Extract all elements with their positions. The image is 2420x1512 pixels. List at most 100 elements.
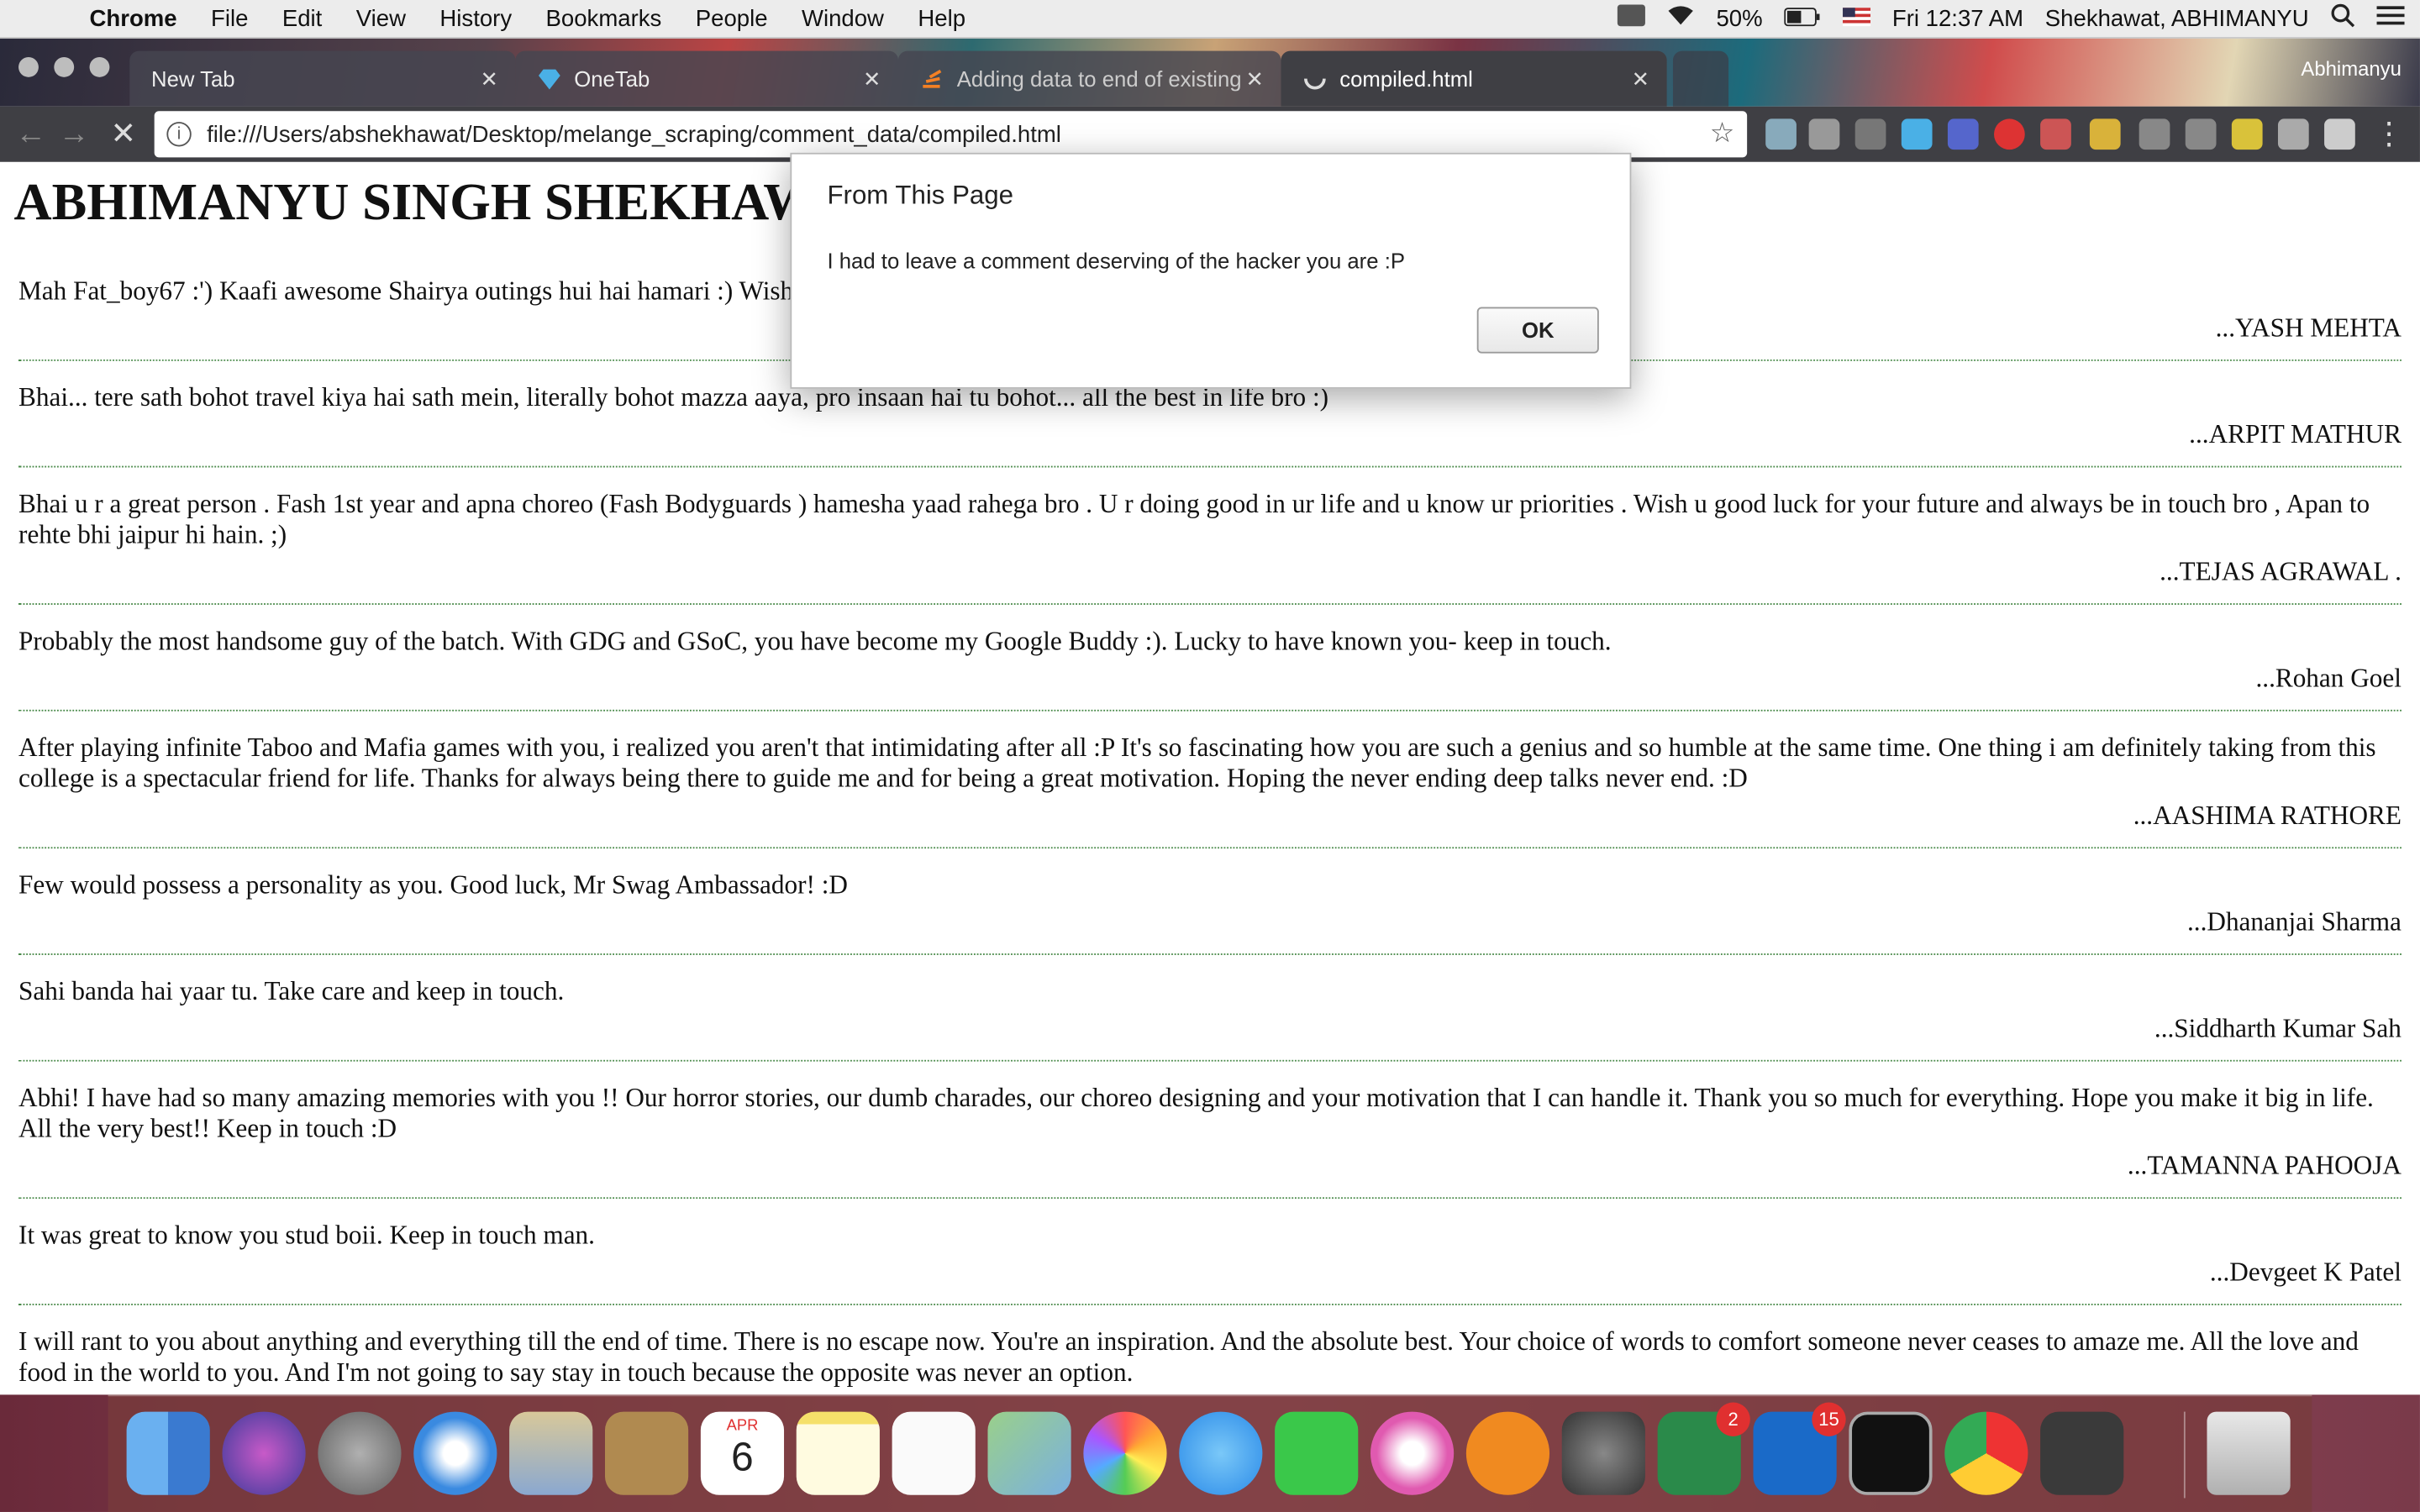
finder-icon[interactable] <box>126 1411 210 1495</box>
info-icon[interactable]: i <box>166 122 192 147</box>
comment-author: ...AASHIMA RATHORE <box>2133 801 2402 831</box>
menu-window[interactable]: Window <box>802 5 884 31</box>
chrome-menu-icon[interactable]: ⋮ <box>2370 116 2407 153</box>
clock[interactable]: Fri 12:37 AM <box>1892 5 2023 31</box>
extension-icon[interactable] <box>2231 118 2263 150</box>
todo-extension-icon[interactable] <box>2040 118 2071 150</box>
tab-onetab[interactable]: OneTab ✕ <box>515 50 898 107</box>
spotlight-search-icon[interactable] <box>2330 3 2355 34</box>
system-preferences-icon[interactable] <box>1561 1411 1645 1495</box>
network-extension-icon[interactable] <box>1947 118 1979 150</box>
loading-spinner-icon <box>1302 66 1327 91</box>
comment-text: Sahi banda hai yaar tu. Take care and ke… <box>18 976 565 1006</box>
stop-loading-button[interactable]: ✕ <box>105 116 142 153</box>
close-icon[interactable]: ✕ <box>1627 66 1655 92</box>
url-text[interactable]: file:///Users/abshekhawat/Desktop/melang… <box>207 121 1061 147</box>
notification-center-icon[interactable] <box>2376 5 2405 33</box>
comment-list: Mah Fat_boy67 :') Kaafi awesome Shairya … <box>18 276 2402 1395</box>
zoom-window-button[interactable] <box>89 56 110 77</box>
menu-app-name[interactable]: Chrome <box>90 5 177 31</box>
close-window-button[interactable] <box>18 56 39 77</box>
tab-stackoverflow[interactable]: Adding data to end of existing ✕ <box>897 50 1281 107</box>
sublime-text-icon[interactable] <box>2040 1411 2124 1495</box>
close-icon[interactable]: ✕ <box>476 66 503 92</box>
menu-bookmarks[interactable]: Bookmarks <box>546 5 662 31</box>
menu-edit[interactable]: Edit <box>282 5 322 31</box>
menu-people[interactable]: People <box>696 5 768 31</box>
reminders-icon[interactable] <box>892 1411 976 1495</box>
back-button[interactable]: ← <box>13 116 50 153</box>
close-icon[interactable]: ✕ <box>1241 66 1269 92</box>
comment-author: ...TEJAS AGRAWAL . <box>2160 557 2402 586</box>
chrome-icon[interactable] <box>1944 1411 2028 1495</box>
new-tab-button[interactable] <box>1672 50 1729 107</box>
close-icon[interactable]: ✕ <box>858 66 886 92</box>
adblock-icon[interactable] <box>1994 118 2025 150</box>
outlook-icon[interactable]: 15 <box>1753 1402 1846 1495</box>
launchpad-icon[interactable] <box>318 1411 402 1495</box>
facetime-icon[interactable] <box>1275 1411 1359 1495</box>
notification-badge: 15 <box>1812 1402 1846 1436</box>
siri-icon[interactable] <box>222 1411 306 1495</box>
menu-file[interactable]: File <box>211 5 248 31</box>
safari-icon[interactable] <box>413 1411 497 1495</box>
comment-item: Bhai u r a great person . Fash 1st year … <box>18 489 2402 605</box>
notes-icon[interactable] <box>796 1411 880 1495</box>
onetab-extension-icon[interactable] <box>1901 118 1933 150</box>
calendar-day: 6 <box>731 1433 754 1480</box>
calendar-icon[interactable]: APR 6 <box>700 1411 785 1495</box>
page-title: ABHIMANYU SINGH SHEKHAWAT <box>13 174 879 232</box>
status-app-icon[interactable] <box>1596 4 1645 33</box>
address-bar[interactable]: i file:///Users/abshekhawat/Desktop/mela… <box>154 111 1748 158</box>
comment-item: Abhi! I have had so many amazing memorie… <box>18 1083 2402 1200</box>
tab-label: OneTab <box>574 66 650 92</box>
messages-icon[interactable] <box>1179 1411 1263 1495</box>
photos-icon[interactable] <box>1083 1411 1167 1495</box>
menu-history[interactable]: History <box>439 5 512 31</box>
itunes-icon[interactable] <box>1370 1411 1455 1495</box>
notification-badge: 2 <box>1716 1402 1750 1436</box>
battery-percent[interactable]: 50% <box>1716 5 1762 31</box>
battery-icon[interactable] <box>1784 5 1821 31</box>
ibooks-icon[interactable] <box>1465 1411 1550 1495</box>
notes-extension-icon[interactable] <box>2089 118 2121 150</box>
menu-help[interactable]: Help <box>918 5 965 31</box>
flag-icon[interactable] <box>1843 5 1871 31</box>
maps-icon[interactable] <box>987 1411 1071 1495</box>
mail-stamp-icon[interactable] <box>509 1411 593 1495</box>
bookmark-star-icon[interactable]: ☆ <box>1710 118 1735 150</box>
comment-author: ...Devgeet K Patel <box>2209 1257 2402 1287</box>
ok-button[interactable]: OK <box>1476 307 1599 354</box>
comment-text: Few would possess a personality as you. … <box>18 869 848 900</box>
terminal-icon[interactable] <box>1849 1411 1933 1495</box>
tab-compiled-html[interactable]: compiled.html ✕ <box>1281 50 1667 107</box>
tab-new-tab[interactable]: New Tab ✕ <box>129 50 516 107</box>
contacts-icon[interactable] <box>604 1411 689 1495</box>
menu-view[interactable]: View <box>356 5 406 31</box>
tab-label: Adding data to end of existing <box>956 66 1241 92</box>
trash-icon[interactable] <box>2207 1411 2291 1495</box>
extension-icon[interactable] <box>2139 118 2170 150</box>
minimize-window-button[interactable] <box>54 56 75 77</box>
comment-item: Few would possess a personality as you. … <box>18 870 2402 955</box>
comment-item: After playing infinite Taboo and Mafia g… <box>18 732 2402 849</box>
extension-icon[interactable] <box>2277 118 2309 150</box>
comment-author: ...Dhananjai Sharma <box>2186 906 2402 937</box>
wifi-icon[interactable] <box>1667 5 1695 33</box>
extension-icon[interactable] <box>2324 118 2355 150</box>
pocket-icon[interactable] <box>1808 118 1840 150</box>
user-name[interactable]: Shekhawat, ABHIMANYU <box>2045 5 2309 31</box>
extension-icon[interactable] <box>2185 118 2217 150</box>
profile-name[interactable]: Abhimanyu <box>2301 57 2401 81</box>
forward-button[interactable]: → <box>55 116 92 153</box>
comment-item: I will rant to you about anything and ev… <box>18 1327 2402 1395</box>
refresh-extension-icon[interactable] <box>1854 118 1886 150</box>
sublime-s-icon[interactable]: 2 <box>1657 1402 1750 1495</box>
dock-separator <box>2183 1411 2186 1499</box>
stackoverflow-icon <box>920 66 944 91</box>
comment-item: Bhai... tere sath bohot travel kiya hai … <box>18 383 2402 468</box>
comment-text: After playing infinite Taboo and Mafia g… <box>18 732 2376 794</box>
onetab-icon <box>537 66 561 91</box>
extension-icon[interactable] <box>1765 118 1797 150</box>
apple-menu-icon[interactable] <box>31 3 62 34</box>
